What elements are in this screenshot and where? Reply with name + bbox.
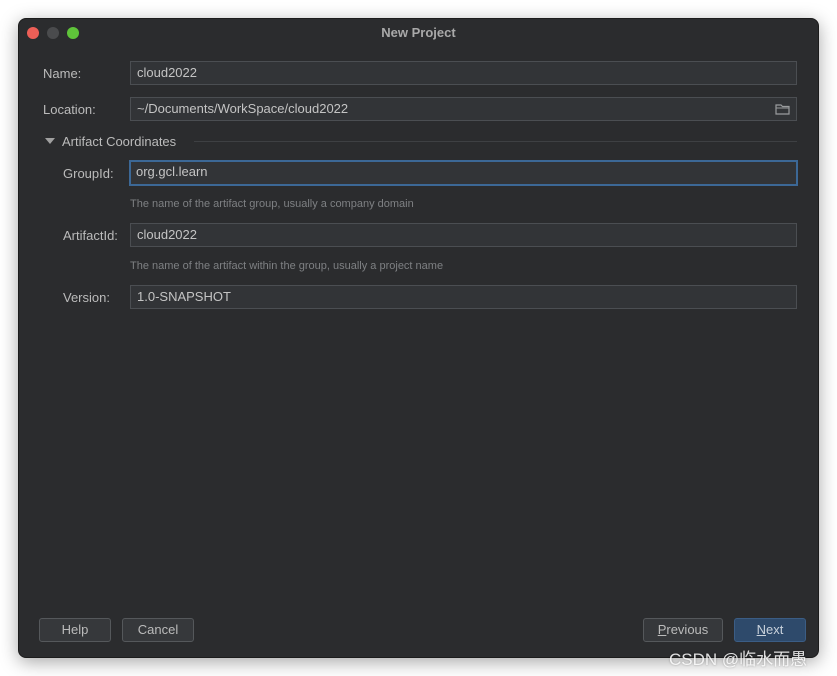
next-mnemonic: N <box>756 622 767 637</box>
groupid-label: GroupId: <box>63 166 114 181</box>
previous-button[interactable]: Previous <box>643 618 723 642</box>
artifactid-label: ArtifactId: <box>63 228 118 243</box>
artifactid-input[interactable]: cloud2022 <box>130 223 797 247</box>
window-title: New Project <box>381 25 456 40</box>
groupid-hint: The name of the artifact group, usually … <box>130 198 414 210</box>
artifactid-hint: The name of the artifact within the grou… <box>130 260 444 272</box>
section-divider <box>194 141 797 142</box>
artifact-coordinates-section[interactable]: Artifact Coordinates <box>62 134 176 149</box>
help-button[interactable]: Help <box>39 618 111 642</box>
groupid-input[interactable]: org.gcl.learn <box>129 160 798 186</box>
location-input[interactable]: ~/Documents/WorkSpace/cloud2022 <box>130 97 797 121</box>
name-input[interactable]: cloud2022 <box>130 61 797 85</box>
location-label: Location: <box>43 102 96 117</box>
previous-label: revious <box>666 622 709 637</box>
cancel-button[interactable]: Cancel <box>122 618 194 642</box>
location-value: ~/Documents/WorkSpace/cloud2022 <box>137 101 349 116</box>
watermark: CSDN @临水而愚 <box>669 650 808 669</box>
version-input[interactable]: 1.0-SNAPSHOT <box>130 285 797 309</box>
folder-icon[interactable] <box>775 103 790 115</box>
name-label: Name: <box>43 66 82 81</box>
new-project-dialog: New Project Name: cloud2022 Location: ~/… <box>18 18 819 658</box>
next-label: ext <box>766 622 784 637</box>
next-button[interactable]: Next <box>734 618 806 642</box>
version-label: Version: <box>63 290 110 305</box>
expand-triangle-icon[interactable] <box>45 138 55 145</box>
